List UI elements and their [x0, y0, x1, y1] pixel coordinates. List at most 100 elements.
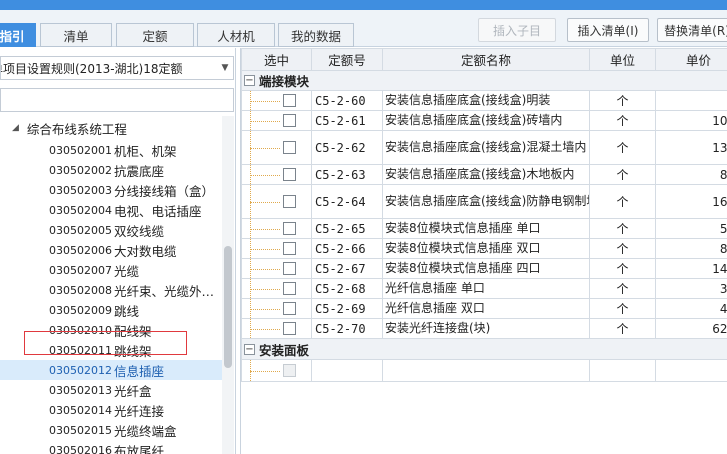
table-row[interactable]: C5-2-62安装信息插座底盒(接线盒)混凝土墙内个13.1 — [241, 130, 727, 165]
select-checkbox[interactable] — [283, 140, 296, 154]
tree-item-code: 030502001 — [49, 143, 112, 157]
tree-item[interactable]: 030502006 大对数电缆 — [0, 240, 222, 260]
tab-my-data[interactable]: 我的数据 — [278, 23, 354, 47]
tree-item[interactable]: 030502008 光纤束、光缆外… — [0, 280, 222, 300]
tree-item[interactable]: 030502001 机柜、机架 — [0, 140, 222, 160]
tree-scrollbar[interactable] — [222, 116, 234, 454]
quota-code: C5-2-67 — [311, 258, 383, 279]
tree-guide-line — [250, 147, 280, 149]
quota-price: 62.6 — [655, 318, 727, 339]
tree-item[interactable]: 030502009 跳线 — [0, 300, 222, 320]
tree-item[interactable]: 030502014 光纤连接 — [0, 400, 222, 420]
quota-code: C5-2-66 — [311, 238, 383, 259]
select-checkbox[interactable] — [283, 241, 296, 255]
tree-item[interactable]: 030502016 布放尾纤 — [0, 440, 222, 454]
collapse-minus-icon[interactable]: − — [244, 75, 255, 86]
insert-child-button[interactable]: 插入子目 — [478, 18, 556, 42]
quota-price: 13.1 — [655, 130, 727, 165]
quota-name: 安装信息插座底盒(接线盒)木地板内 — [382, 164, 590, 185]
group-row[interactable]: − 端接模块 — [241, 70, 727, 91]
table-row[interactable]: C5-2-63安装信息插座底盒(接线盒)木地板内个8.7 — [241, 164, 727, 185]
quota-price: 10.0 — [655, 110, 727, 131]
select-checkbox[interactable] — [283, 221, 296, 235]
tree-root[interactable]: ◢ 综合布线系统工程 — [12, 118, 127, 138]
select-checkbox[interactable] — [283, 167, 296, 181]
select-checkbox[interactable] — [283, 321, 296, 335]
tree-item[interactable]: 030502005 双绞线缆 — [0, 220, 222, 240]
quota-code: C5-2-70 — [311, 318, 383, 339]
tree-guide-line — [250, 228, 280, 230]
tree-root-label: 综合布线系统工程 — [26, 121, 127, 137]
search-input[interactable] — [0, 88, 234, 112]
table-row[interactable]: C5-2-67安装8位模块式信息插座 四口个14.6 — [241, 258, 727, 279]
tree-item-name: 大对数电缆 — [114, 243, 177, 259]
tree-item-name: 信息插座 — [114, 363, 165, 379]
select-checkbox[interactable] — [283, 113, 296, 127]
group-title: 安装面板 — [259, 342, 310, 358]
quota-unit: 个 — [589, 110, 656, 131]
select-checkbox[interactable] — [283, 194, 296, 208]
dropdown-arrow-icon[interactable]: ▼ — [217, 57, 233, 79]
tree-item-code: 030502003 — [49, 183, 112, 197]
select-checkbox[interactable] — [283, 301, 296, 315]
rule-dropdown[interactable]: 清单项目设置规则(2013-湖北)18定额 ▼ — [0, 56, 234, 80]
tree-item[interactable]: 030502013 光纤盒 — [0, 380, 222, 400]
group-row[interactable]: − 安装面板 — [241, 338, 727, 360]
tree-item[interactable]: 030502002 抗震底座 — [0, 160, 222, 180]
quota-unit: 个 — [589, 90, 656, 111]
tree-item-name: 布放尾纤 — [114, 443, 165, 454]
select-checkbox[interactable] — [283, 363, 296, 377]
insert-list-button[interactable]: 插入清单(I) — [567, 18, 649, 42]
quota-unit — [589, 359, 656, 382]
tree-item-name: 电视、电话插座 — [114, 203, 202, 219]
quota-code: C5-2-63 — [311, 164, 383, 185]
quota-price: 4.6 — [655, 298, 727, 319]
select-checkbox[interactable] — [283, 261, 296, 275]
tab-guide[interactable]: 指引 — [0, 23, 36, 47]
table-row[interactable]: C5-2-68光纤信息插座 单口个3.0 — [241, 278, 727, 299]
tab-quota[interactable]: 定额 — [116, 23, 194, 47]
tree-item-code: 030502009 — [49, 303, 112, 317]
header-code[interactable]: 定额号 — [311, 48, 383, 71]
collapse-minus-icon[interactable]: − — [244, 343, 255, 355]
table-row[interactable]: C5-2-64安装信息插座底盒(接线盒)防静电钢制地板内个16.7 — [241, 184, 727, 219]
select-checkbox[interactable] — [283, 93, 296, 107]
header-select[interactable]: 选中 — [241, 48, 312, 71]
tree-item-code: 030502014 — [49, 403, 112, 417]
tree-scrollbar-thumb[interactable] — [224, 246, 232, 368]
table-row[interactable]: C5-2-69光纤信息插座 双口个4.6 — [241, 298, 727, 319]
table-row[interactable]: C5-2-60安装信息插座底盒(接线盒)明装个4. — [241, 90, 727, 111]
quota-unit: 个 — [589, 164, 656, 185]
tree-item[interactable]: 030502012 信息插座 — [0, 360, 222, 380]
tree-item[interactable]: 030502003 分线接线箱（盒） — [0, 180, 222, 200]
tree-guide-line — [250, 268, 280, 270]
header-unit[interactable]: 单位 — [589, 48, 656, 71]
table-row[interactable]: C5-2-66安装8位模块式信息插座 双口个8.8 — [241, 238, 727, 259]
collapse-triangle-icon[interactable]: ◢ — [12, 123, 19, 133]
table-row[interactable]: C5-2-70安装光纤连接盘(块)个62.6 — [241, 318, 727, 339]
header-name[interactable]: 定额名称 — [382, 48, 590, 71]
header-price[interactable]: 单价 — [655, 48, 727, 71]
tree-item-code: 030502007 — [49, 263, 112, 277]
replace-list-button[interactable]: 替换清单(R) — [657, 18, 727, 42]
table-row[interactable]: C5-2-65安装8位模块式信息插座 单口个5.9 — [241, 218, 727, 239]
tab-list[interactable]: 清单 — [40, 23, 112, 47]
quota-code: C5-2-64 — [311, 184, 383, 219]
tree-item[interactable]: 030502015 光缆终端盒 — [0, 420, 222, 440]
selection-highlight-box — [24, 331, 187, 355]
quota-name: 安装信息插座底盒(接线盒)混凝土墙内 — [382, 130, 590, 165]
tab-labor-material[interactable]: 人材机 — [197, 23, 275, 47]
table-row[interactable] — [241, 359, 727, 382]
quota-price: 8.8 — [655, 238, 727, 259]
quota-price: 8.7 — [655, 164, 727, 185]
tree-item[interactable]: 030502007 光缆 — [0, 260, 222, 280]
quota-unit: 个 — [589, 318, 656, 339]
tree-item-name: 抗震底座 — [114, 163, 165, 179]
select-checkbox[interactable] — [283, 281, 296, 295]
table-row[interactable]: C5-2-61安装信息插座底盒(接线盒)砖墙内个10.0 — [241, 110, 727, 131]
tree-item-name: 分线接线箱（盒） — [114, 183, 215, 199]
quota-code: C5-2-61 — [311, 110, 383, 131]
rule-dropdown-value: 清单项目设置规则(2013-湖北)18定额 — [1, 61, 183, 76]
tree-item[interactable]: 030502004 电视、电话插座 — [0, 200, 222, 220]
tree-item-name: 光缆终端盒 — [114, 423, 177, 439]
